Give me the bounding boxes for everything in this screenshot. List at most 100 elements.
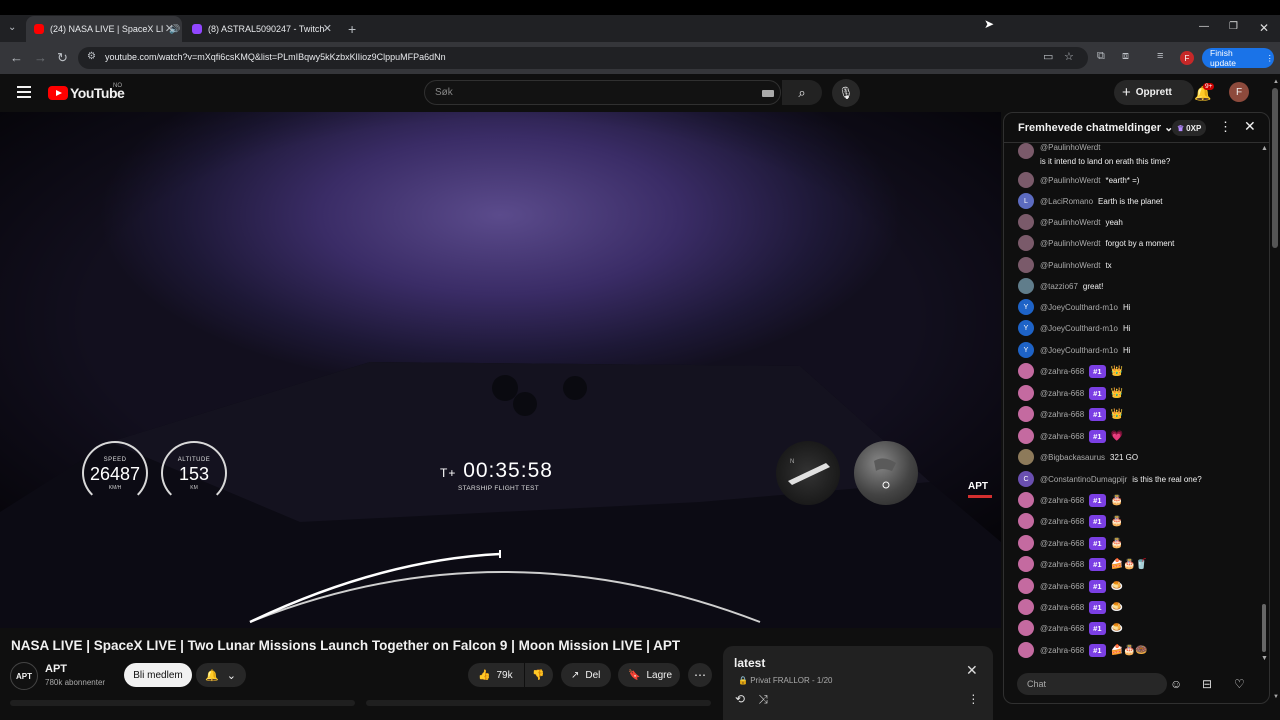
chat-author-avatar[interactable] <box>1018 492 1034 508</box>
chat-author-avatar[interactable] <box>1018 406 1034 422</box>
playlist-title[interactable]: latest <box>734 656 765 670</box>
chat-author-avatar[interactable] <box>1018 642 1034 658</box>
keyboard-icon[interactable] <box>762 90 774 97</box>
chat-author-name[interactable]: @PaulinhoWerdt <box>1040 239 1100 248</box>
chat-author-name[interactable]: @zahra-668 <box>1040 582 1084 591</box>
save-button[interactable]: 🔖 Lagre <box>618 663 680 687</box>
chat-message[interactable]: @PaulinhoWerdt forgot by a moment <box>1018 233 1174 253</box>
chat-message[interactable]: @zahra-668 #1 🎂 <box>1018 533 1123 553</box>
chat-author-name[interactable]: @PaulinhoWerdt <box>1040 218 1100 227</box>
page-scrollbar[interactable] <box>1272 88 1278 248</box>
chat-author-name[interactable]: @LaciRomano <box>1040 197 1093 206</box>
chat-author-avatar[interactable] <box>1018 578 1034 594</box>
join-membership-button[interactable]: Bli medlem <box>124 663 192 687</box>
chat-author-name[interactable]: @zahra-668 <box>1040 624 1084 633</box>
cast-icon[interactable]: ▭ <box>1043 50 1053 63</box>
chat-author-avatar[interactable] <box>1018 235 1034 251</box>
site-info-icon[interactable]: ⚙ <box>87 51 96 62</box>
chat-author-name[interactable]: @PaulinhoWerdt <box>1040 176 1100 185</box>
super-chat-icon[interactable]: ⊟ <box>1202 677 1212 691</box>
youtube-logo-icon[interactable] <box>48 86 68 100</box>
search-input[interactable] <box>424 80 781 105</box>
search-button[interactable]: ⌕ <box>782 80 822 105</box>
chat-author-avatar[interactable] <box>1018 599 1034 615</box>
scroll-down-icon[interactable]: ▼ <box>1261 655 1268 662</box>
chat-message[interactable]: @zahra-668 #1 🍮 <box>1018 618 1123 638</box>
chat-message[interactable]: @zahra-668 #1 🎂 <box>1018 511 1123 531</box>
new-tab-icon[interactable]: + <box>348 21 356 37</box>
heart-icon[interactable]: ♡ <box>1234 677 1245 691</box>
chat-author-avatar[interactable] <box>1018 428 1034 444</box>
chat-author-name[interactable]: @zahra-668 <box>1040 389 1084 398</box>
chat-author-name[interactable]: @zahra-668 <box>1040 496 1084 505</box>
reload-icon[interactable]: ↻ <box>57 50 68 66</box>
chat-message[interactable]: @zahra-668 #1 🍰🎂🥤 <box>1018 554 1148 574</box>
chat-author-avatar[interactable] <box>1018 278 1034 294</box>
back-icon[interactable]: ← <box>10 50 23 65</box>
tab-search-icon[interactable]: ⌄ <box>8 22 16 33</box>
chat-author-avatar[interactable] <box>1018 143 1034 159</box>
dislike-button[interactable]: 👎 <box>525 663 553 687</box>
menu-icon[interactable] <box>17 86 31 98</box>
account-avatar[interactable]: F <box>1229 82 1249 102</box>
chat-author-avatar[interactable]: Y <box>1018 299 1034 315</box>
chat-message[interactable]: @tazzio67 great! <box>1018 276 1103 296</box>
chat-author-name[interactable]: @zahra-668 <box>1040 517 1084 526</box>
maximize-icon[interactable]: ❐ <box>1229 21 1238 32</box>
chat-author-avatar[interactable]: Y <box>1018 320 1034 336</box>
chat-author-avatar[interactable] <box>1018 556 1034 572</box>
close-tab-icon[interactable]: ✕ <box>323 22 332 35</box>
profile-icon[interactable]: F <box>1180 51 1194 65</box>
chat-message[interactable]: @zahra-668 #1 💗 <box>1018 426 1123 446</box>
chat-message[interactable]: @zahra-668 #1 🎂 <box>1018 490 1123 510</box>
page-scroll-up-icon[interactable]: ▲ <box>1273 79 1279 85</box>
loop-icon[interactable]: ⟲ <box>735 692 745 706</box>
chat-message[interactable]: @PaulinhoWerdt *earth* =) <box>1018 170 1139 190</box>
chat-author-name[interactable]: @zahra-668 <box>1040 603 1084 612</box>
url-text[interactable]: youtube.com/watch?v=mXqfi6csKMQ&list=PLm… <box>105 52 446 62</box>
chat-author-avatar[interactable] <box>1018 257 1034 273</box>
voice-search-button[interactable]: 🎙 <box>832 79 860 107</box>
channel-name[interactable]: APT <box>45 663 67 675</box>
playlist-close-icon[interactable]: ✕ <box>966 662 978 679</box>
chat-author-name[interactable]: @zahra-668 <box>1040 367 1084 376</box>
chat-author-avatar[interactable]: Y <box>1018 342 1034 358</box>
chat-input[interactable]: Chat <box>1017 673 1167 695</box>
chat-message[interactable]: @PaulinhoWerdt is it intend to land on er… <box>1018 143 1250 169</box>
subscription-bell-button[interactable]: 🔔 ⌄ <box>196 663 246 687</box>
chat-message[interactable]: Y @JoeyCoulthard-m1o Hi <box>1018 318 1131 338</box>
chat-author-name[interactable]: @JoeyCoulthard-m1o <box>1040 346 1118 355</box>
extensions-icon[interactable]: ⧈ <box>1122 50 1129 63</box>
chat-author-name[interactable]: @JoeyCoulthard-m1o <box>1040 303 1118 312</box>
chat-mode-dropdown[interactable]: Fremhevede chatmeldinger ⌄ <box>1018 121 1173 134</box>
chat-author-avatar[interactable]: C <box>1018 471 1034 487</box>
chat-message[interactable]: @PaulinhoWerdt yeah <box>1018 212 1123 232</box>
playlist-menu-icon[interactable]: ⋮ <box>967 692 979 706</box>
chat-author-name[interactable]: @Bigbackasaurus <box>1040 453 1105 462</box>
chat-message[interactable]: @zahra-668 #1 🍮 <box>1018 597 1123 617</box>
page-scroll-down-icon[interactable]: ▼ <box>1273 694 1279 700</box>
chat-author-name[interactable]: @zahra-668 <box>1040 560 1084 569</box>
chat-author-avatar[interactable] <box>1018 214 1034 230</box>
create-button[interactable]: + Opprett <box>1114 80 1194 105</box>
minimize-icon[interactable]: — <box>1199 21 1209 32</box>
chat-author-name[interactable]: @zahra-668 <box>1040 410 1084 419</box>
chat-author-avatar[interactable] <box>1018 172 1034 188</box>
chat-options-icon[interactable]: ⋮ <box>1219 119 1232 135</box>
tab-twitch[interactable]: (8) ASTRAL5090247 - Twitch ✕ <box>184 16 340 42</box>
chat-message[interactable]: @zahra-668 #1 👑 <box>1018 383 1123 403</box>
chat-message[interactable]: @zahra-668 #1 🍮 <box>1018 576 1123 596</box>
tab-youtube[interactable]: (24) NASA LIVE | SpaceX LI 🔊 ✕ <box>26 16 182 42</box>
more-actions-button[interactable]: ⋯ <box>688 663 712 687</box>
chat-author-avatar[interactable] <box>1018 620 1034 636</box>
scroll-up-icon[interactable]: ▲ <box>1261 145 1268 152</box>
chat-author-avatar[interactable] <box>1018 535 1034 551</box>
chat-message[interactable]: C @ConstantinoDumagpijr is this the real o… <box>1018 469 1202 489</box>
chat-message[interactable]: @Bigbackasaurus 321 GO <box>1018 447 1138 467</box>
window-close-icon[interactable]: ✕ <box>1259 21 1269 35</box>
chat-message[interactable]: @zahra-668 #1 🍰🎂🍩 <box>1018 640 1148 660</box>
chat-author-name[interactable]: @zahra-668 <box>1040 432 1084 441</box>
chat-scrollbar-thumb[interactable] <box>1262 604 1266 652</box>
shuffle-icon[interactable]: ⤨ <box>758 692 768 706</box>
forward-icon[interactable]: → <box>34 50 47 65</box>
